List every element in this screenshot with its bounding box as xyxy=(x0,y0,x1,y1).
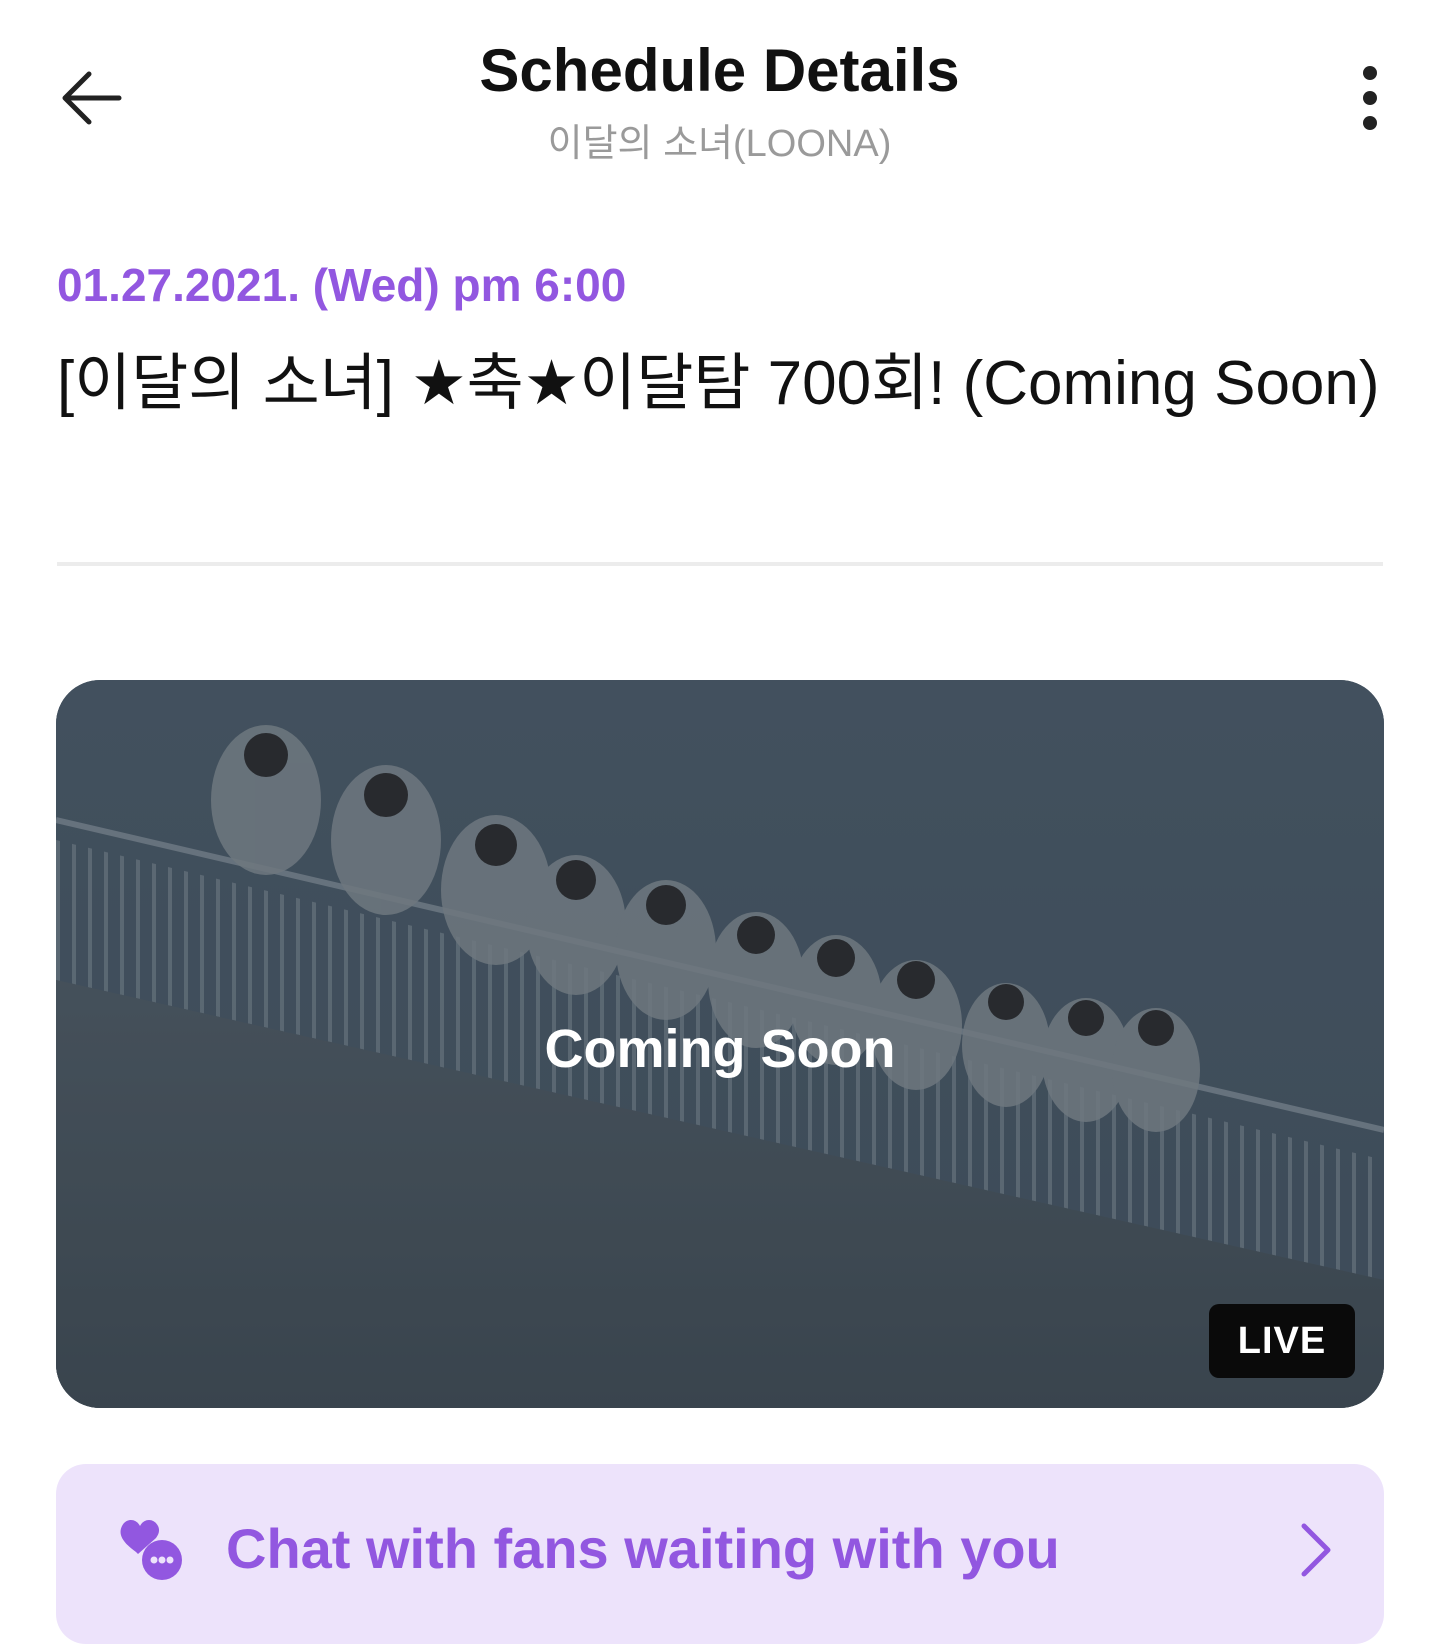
fan-chat-banner[interactable]: Chat with fans waiting with you xyxy=(56,1464,1384,1644)
page-title: Schedule Details xyxy=(479,37,960,104)
artist-name: 이달의 소녀(LOONA) xyxy=(547,123,892,165)
chevron-right-icon xyxy=(1301,1523,1331,1577)
heart-chat-icon xyxy=(120,1520,182,1580)
live-badge: LIVE xyxy=(1209,1304,1355,1378)
more-options-button[interactable] xyxy=(1330,58,1410,138)
fan-chat-label: Chat with fans waiting with you xyxy=(226,1517,1060,1580)
top-bar: Schedule Details 이달의 소녀(LOONA) xyxy=(0,0,1439,190)
video-thumbnail[interactable]: Coming Soon LIVE xyxy=(56,680,1384,1408)
event-date: 01.27.2021. (Wed) pm 6:00 xyxy=(57,259,627,311)
divider xyxy=(57,562,1383,566)
coming-soon-overlay: Coming Soon xyxy=(544,1019,896,1079)
more-vertical-icon xyxy=(1363,66,1377,130)
event-title: [이달의 소녀] ★축★이달탐 700회! (Coming Soon) xyxy=(57,349,1380,418)
